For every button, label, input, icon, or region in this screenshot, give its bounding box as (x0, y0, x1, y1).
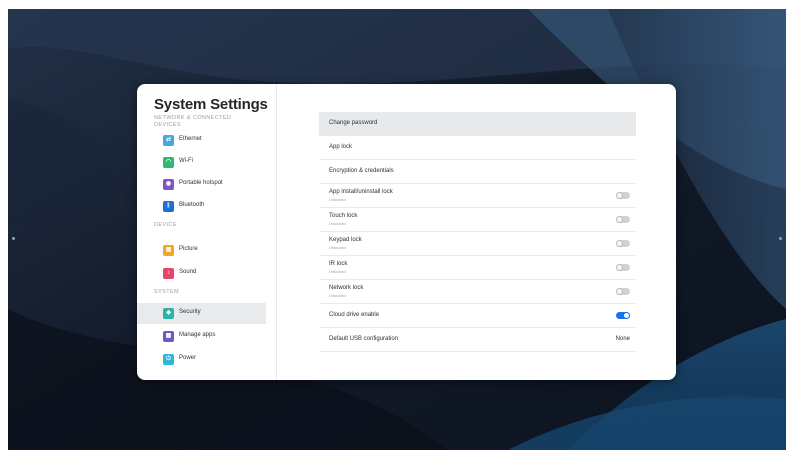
section-label-device: DEVICE (154, 222, 177, 228)
toggle-knob (616, 216, 623, 223)
sidebar-item-ethernet[interactable]: ⇄ Ethernet (137, 130, 266, 151)
row-title: Touch lock (329, 213, 358, 219)
row-status: Unlocked (329, 293, 346, 298)
section-label-network: NETWORK & CONNECTED DEVICES (154, 115, 232, 128)
sidebar-item-label: Power (179, 355, 197, 361)
system-settings-window: System Settings NETWORK & CONNECTED DEVI… (137, 84, 676, 380)
sidebar-item-label: Bluetooth (179, 202, 205, 208)
cloud-drive-toggle[interactable] (616, 312, 630, 319)
ir-lock-row[interactable]: IR lock Unlocked (319, 256, 636, 280)
ir-lock-toggle[interactable] (616, 264, 630, 271)
sidebar-item-label: Portable hotspot (179, 180, 223, 186)
sidebar-item-bluetooth[interactable]: ᛒ Bluetooth (137, 196, 266, 217)
usb-configuration-value: None (615, 336, 630, 342)
keypad-lock-row[interactable]: Keypad lock Unlocked (319, 232, 636, 256)
sidebar-item-label: Manage apps (179, 332, 216, 338)
row-status: Unlocked (329, 197, 346, 202)
sidebar-item-label: Security (179, 309, 201, 315)
row-status: Unlocked (329, 269, 346, 274)
network-lock-row[interactable]: Network lock Unlocked (319, 280, 636, 304)
app-install-lock-toggle[interactable] (616, 192, 630, 199)
power-icon: ⏻ (163, 354, 174, 365)
sidebar-item-picture[interactable]: ▣ Picture (137, 240, 266, 261)
change-password-row[interactable]: Change password (319, 112, 636, 136)
cloud-drive-enable-row[interactable]: Cloud drive enable (319, 304, 636, 328)
row-title: App install/uninstall lock (329, 189, 393, 195)
apps-icon: ▦ (163, 331, 174, 342)
toggle-knob (616, 264, 623, 271)
wifi-icon: ◠ (163, 157, 174, 168)
row-title: IR lock (329, 261, 348, 267)
sidebar-item-label: Sound (179, 269, 197, 275)
app-lock-row[interactable]: App lock (319, 136, 636, 160)
bluetooth-icon: ᛒ (163, 201, 174, 212)
picture-icon: ▣ (163, 245, 174, 256)
row-title: App lock (329, 144, 353, 150)
desktop-screen: System Settings NETWORK & CONNECTED DEVI… (8, 9, 786, 450)
settings-sidebar: System Settings NETWORK & CONNECTED DEVI… (137, 84, 277, 380)
sidebar-item-sound[interactable]: ♪ Sound (137, 263, 266, 284)
network-lock-toggle[interactable] (616, 288, 630, 295)
toggle-knob (616, 192, 623, 199)
toggle-knob (623, 312, 630, 319)
touch-lock-row[interactable]: Touch lock Unlocked (319, 208, 636, 232)
page-title: System Settings (154, 96, 268, 113)
sidebar-item-label: Wi-Fi (179, 158, 193, 164)
row-title: Default USB configuration (329, 336, 399, 342)
sidebar-item-label: Ethernet (179, 136, 202, 142)
ethernet-icon: ⇄ (163, 135, 174, 146)
sidebar-item-power[interactable]: ⏻ Power (137, 349, 266, 370)
row-status: Unlocked (329, 245, 346, 250)
touch-lock-toggle[interactable] (616, 216, 630, 223)
toggle-knob (616, 288, 623, 295)
row-title: Encryption & credentials (329, 168, 394, 174)
keypad-lock-toggle[interactable] (616, 240, 630, 247)
section-label-system: SYSTEM (154, 289, 180, 295)
hotspot-icon: ◉ (163, 179, 174, 190)
sidebar-item-wifi[interactable]: ◠ Wi-Fi (137, 152, 266, 173)
default-usb-configuration-row[interactable]: Default USB configuration None (319, 328, 636, 352)
shield-icon: ◆ (163, 308, 174, 319)
sidebar-item-portable-hotspot[interactable]: ◉ Portable hotspot (137, 174, 266, 195)
security-settings-list: Change password App lock Encryption & cr… (319, 112, 636, 352)
right-edge-indicator (779, 237, 782, 240)
sidebar-item-manage-apps[interactable]: ▦ Manage apps (137, 326, 266, 347)
left-edge-indicator (12, 237, 15, 240)
row-title: Keypad lock (329, 237, 362, 243)
row-title: Cloud drive enable (329, 312, 380, 318)
row-status: Unlocked (329, 221, 346, 226)
toggle-knob (616, 240, 623, 247)
sidebar-item-security[interactable]: ◆ Security (137, 303, 266, 324)
row-title: Network lock (329, 285, 364, 291)
encryption-credentials-row[interactable]: Encryption & credentials (319, 160, 636, 184)
row-title: Change password (329, 120, 378, 126)
app-install-uninstall-lock-row[interactable]: App install/uninstall lock Unlocked (319, 184, 636, 208)
sidebar-item-label: Picture (179, 246, 198, 252)
sound-icon: ♪ (163, 268, 174, 279)
